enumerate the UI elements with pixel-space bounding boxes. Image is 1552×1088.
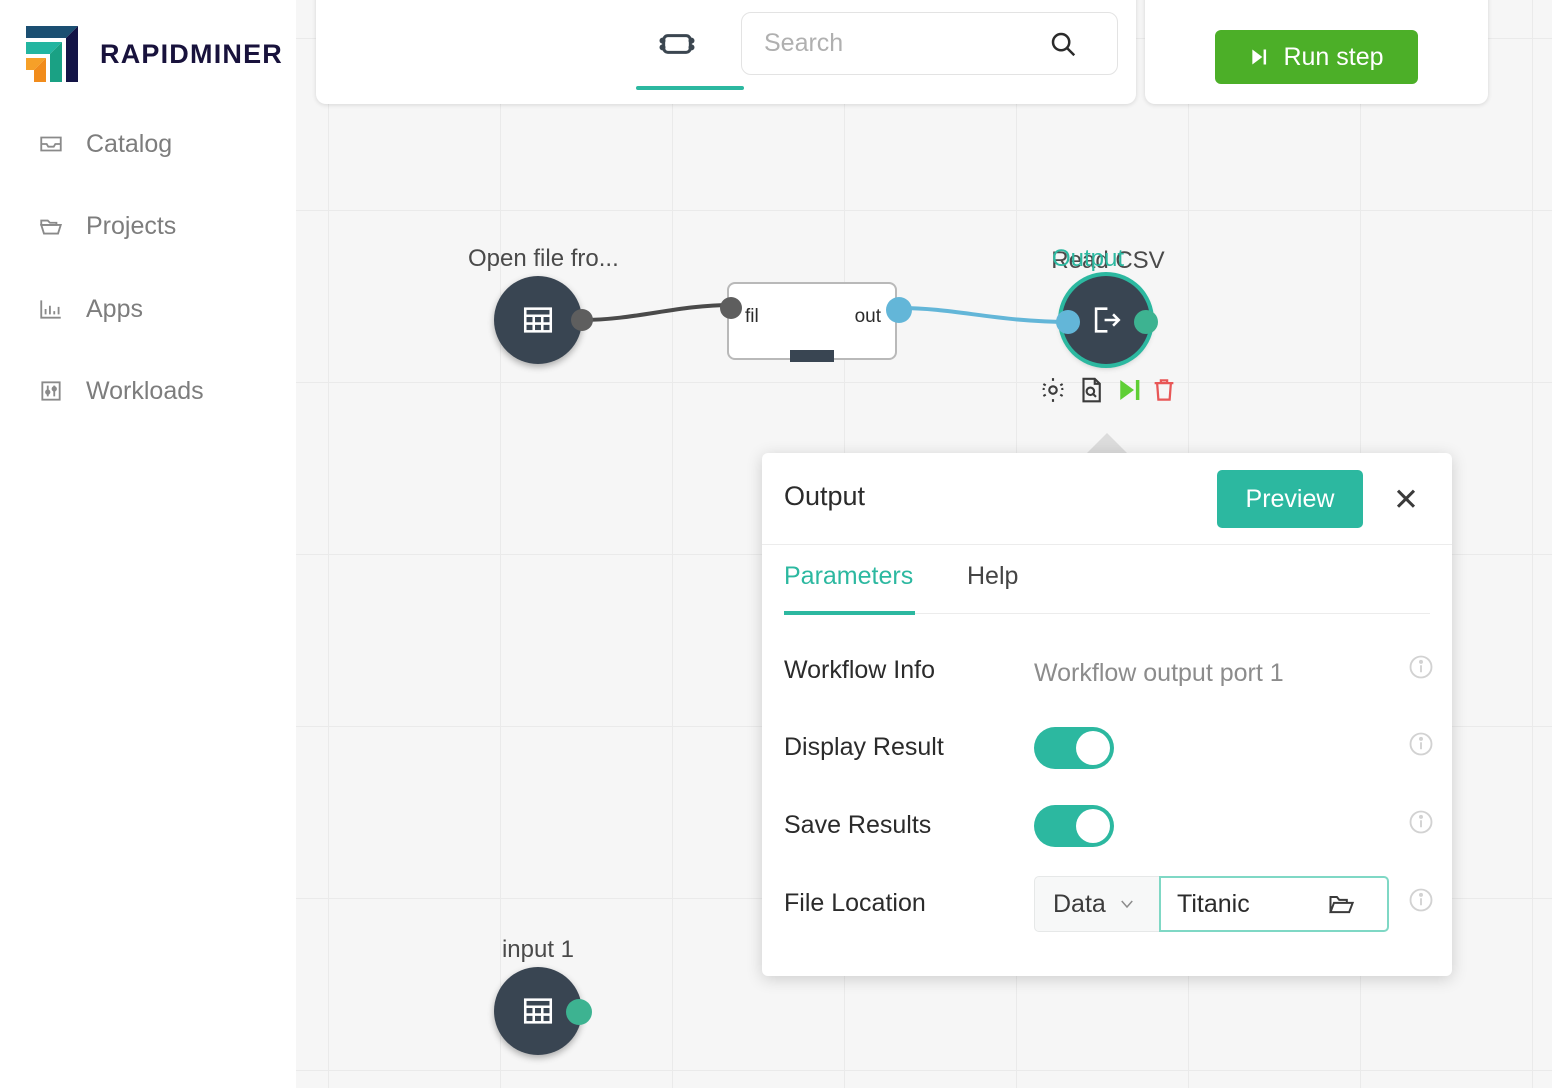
sidebar-item-label: Apps	[86, 294, 143, 323]
delete-action-icon[interactable]	[1149, 375, 1179, 405]
active-tab-indicator	[636, 86, 744, 90]
dialog-title: Output	[784, 481, 866, 511]
info-icon[interactable]	[1407, 886, 1435, 914]
sidebar-item-label: Projects	[86, 211, 177, 240]
active-dialog-tab-indicator	[784, 611, 915, 615]
settings-action-icon[interactable]	[1038, 375, 1068, 405]
workflow-info-value: Workflow output port 1	[1034, 659, 1284, 687]
run-step-label: Run step	[1283, 42, 1384, 71]
sidebar: RAPIDMINER Catalog Projects Apps Workloa…	[0, 0, 296, 1088]
step-forward-icon	[1120, 380, 1140, 400]
output-parameters-dialog: Output Preview ✕ Parameters Help Workflo…	[762, 453, 1452, 976]
output-out-port[interactable]	[1134, 310, 1158, 334]
sidebar-item-apps[interactable]: Apps	[38, 289, 143, 329]
sidebar-item-label: Workloads	[86, 376, 204, 405]
open-file-node[interactable]	[494, 276, 582, 364]
preview-action-icon[interactable]	[1076, 375, 1106, 405]
file-location-input-wrap[interactable]	[1159, 876, 1389, 932]
chevron-down-icon	[1120, 900, 1133, 909]
param-row-display-result: Display Result	[762, 727, 1452, 811]
search-box[interactable]	[741, 12, 1118, 75]
toggle-knob	[1076, 731, 1110, 765]
search-input[interactable]	[764, 29, 1044, 58]
sliders-icon	[41, 381, 61, 401]
bar-chart-icon	[40, 300, 61, 319]
brand-name: RAPIDMINER	[100, 38, 284, 69]
toggle-knob	[1076, 809, 1110, 843]
open-file-out-port[interactable]	[571, 309, 593, 331]
table-icon	[523, 998, 553, 1024]
document-search-icon	[1082, 377, 1101, 403]
save-results-toggle[interactable]	[1034, 805, 1114, 847]
close-icon[interactable]: ✕	[1386, 479, 1426, 519]
node-box-icon	[659, 34, 695, 54]
edge-openfile-to-readcsv	[581, 303, 733, 322]
open-file-node-label: Open file fro...	[468, 245, 619, 272]
sidebar-item-catalog[interactable]: Catalog	[38, 124, 172, 164]
read-csv-out-port[interactable]	[886, 297, 912, 323]
run-step-button[interactable]: Run step	[1215, 30, 1418, 84]
rapidminer-logo-icon	[26, 26, 78, 82]
file-location-input[interactable]	[1177, 889, 1327, 919]
trash-icon	[1154, 379, 1174, 401]
file-location-label: File Location	[784, 889, 926, 917]
read-csv-out-port-label: out	[854, 306, 881, 327]
display-result-toggle[interactable]	[1034, 727, 1114, 769]
sidebar-item-workloads[interactable]: Workloads	[38, 371, 204, 411]
inbox-icon	[40, 136, 62, 152]
run-action-icon[interactable]	[1114, 375, 1144, 405]
workflow-info-label: Workflow Info	[784, 656, 935, 684]
folder-icon	[39, 219, 63, 235]
param-row-file-location: File Location Data	[762, 876, 1452, 967]
file-location-select[interactable]: Data	[1034, 876, 1160, 932]
step-forward-icon	[1252, 49, 1267, 65]
folder-open-icon[interactable]	[1327, 890, 1355, 918]
output-node-label: Output	[1051, 245, 1125, 272]
display-result-label: Display Result	[784, 733, 944, 761]
info-icon[interactable]	[1407, 730, 1435, 758]
tab-parameters[interactable]: Parameters	[784, 562, 913, 591]
dialog-header: Output Preview ✕	[762, 453, 1452, 545]
tab-help[interactable]: Help	[967, 562, 1018, 591]
output-in-port[interactable]	[1056, 310, 1080, 334]
sidebar-item-projects[interactable]: Projects	[38, 206, 176, 246]
read-csv-in-port-label: fil	[745, 306, 759, 327]
file-location-select-value: Data	[1053, 889, 1106, 918]
read-csv-node[interactable]: fil out	[727, 282, 897, 362]
edge-readcsv-to-output	[899, 306, 1073, 324]
dialog-pointer-arrow	[1085, 433, 1129, 455]
preview-button[interactable]: Preview	[1217, 470, 1363, 528]
input-1-node-label: input 1	[501, 936, 575, 963]
info-icon[interactable]	[1407, 653, 1435, 681]
tab-design-view[interactable]	[641, 14, 713, 74]
export-icon	[1094, 307, 1121, 333]
read-csv-progress-bar	[790, 350, 834, 362]
search-icon[interactable]	[1048, 29, 1078, 59]
run-toolbar: Run step	[1145, 0, 1488, 104]
param-row-workflow-info: Workflow Info Workflow output port 1	[762, 653, 1452, 734]
read-csv-in-port[interactable]	[720, 297, 742, 319]
info-icon[interactable]	[1407, 808, 1435, 836]
input-1-out-port[interactable]	[566, 999, 592, 1025]
save-results-label: Save Results	[784, 811, 932, 839]
workflow-toolbar	[316, 0, 1136, 104]
brand-logo[interactable]: RAPIDMINER	[20, 22, 283, 86]
table-icon	[523, 307, 553, 333]
gear-icon	[1042, 378, 1064, 402]
sidebar-item-label: Catalog	[86, 129, 173, 158]
